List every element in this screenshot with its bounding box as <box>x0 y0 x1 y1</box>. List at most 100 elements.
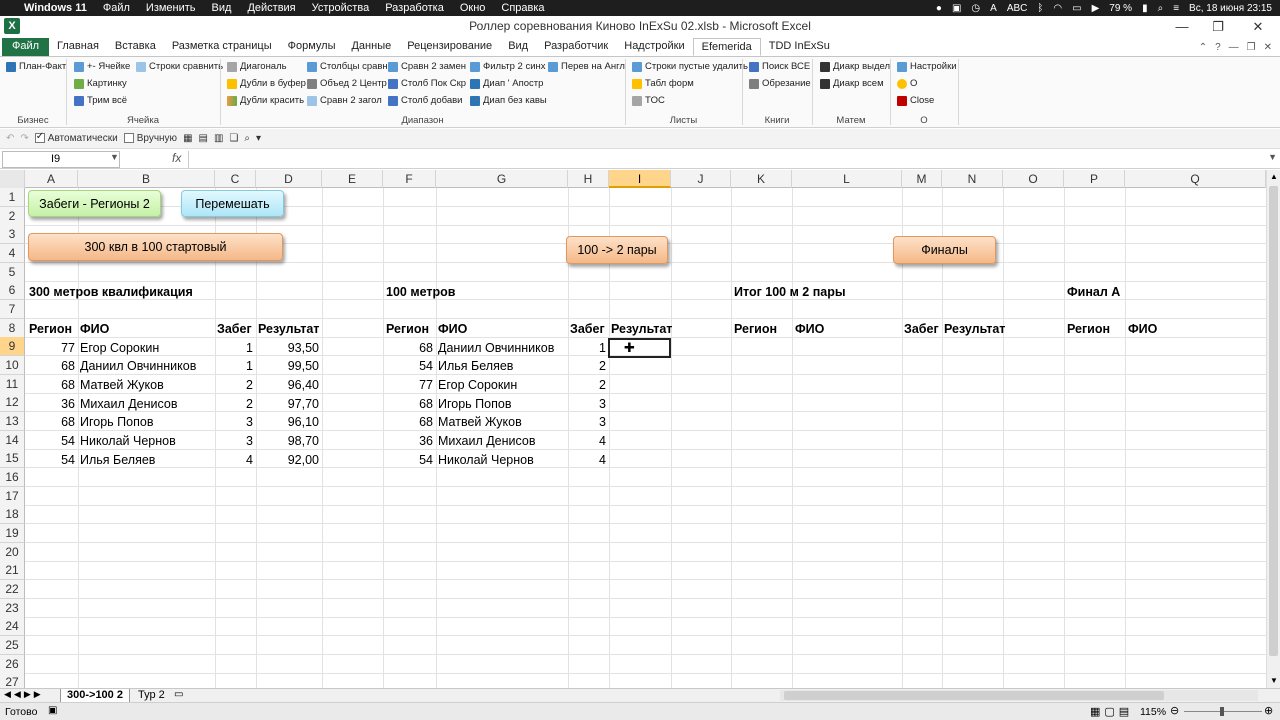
col-header[interactable]: Q <box>1125 170 1266 188</box>
menu-edit[interactable]: Изменить <box>138 2 204 14</box>
cell-heat[interactable]: 1 <box>215 357 256 375</box>
table-icon[interactable]: ▤ <box>199 133 208 144</box>
heats-regions-button[interactable]: Забеги - Регионы 2 <box>28 190 161 217</box>
col-header[interactable]: H <box>568 170 609 188</box>
tab-review[interactable]: Рецензирование <box>399 38 500 56</box>
wb-close-icon[interactable]: ✕ <box>1264 42 1272 53</box>
cell-fio[interactable]: Даниил Овчинников <box>77 357 199 375</box>
record-icon[interactable]: ● <box>936 3 942 14</box>
horizontal-scroll-thumb[interactable] <box>784 691 1164 700</box>
col-header-selected[interactable]: I <box>609 170 671 188</box>
cell-result[interactable]: 98,70 <box>256 432 322 450</box>
zoom-icon[interactable]: ⌕ <box>244 133 250 144</box>
menu-window[interactable]: Окно <box>452 2 494 14</box>
row-header[interactable]: 15 <box>0 449 25 468</box>
col-header[interactable]: C <box>215 170 256 188</box>
cell-region[interactable]: 68 <box>25 413 78 431</box>
row-header[interactable]: 3 <box>0 225 25 244</box>
control-center-icon[interactable]: ≡ <box>1173 3 1179 14</box>
toc-button[interactable]: TOC <box>632 95 665 106</box>
range-apostrophe-button[interactable]: Диап ' Апостр <box>470 78 543 89</box>
battery-icon[interactable]: ▮ <box>1142 3 1148 14</box>
row-header[interactable]: 20 <box>0 543 25 562</box>
a-icon[interactable]: A <box>990 3 997 14</box>
cell-fio[interactable]: Михаил Денисов <box>77 395 181 413</box>
cell-heat[interactable]: 3 <box>215 413 256 431</box>
diagonal-button[interactable]: Диагональ <box>227 61 287 72</box>
tab-view[interactable]: Вид <box>500 38 536 56</box>
namebox-dropdown-icon[interactable]: ▼ <box>110 152 119 162</box>
select-all-corner[interactable] <box>0 170 25 188</box>
plus-minus-cell-button[interactable]: +- Ячейке <box>74 61 130 72</box>
cell-heat[interactable]: 2 <box>568 376 609 394</box>
collapse-ribbon-icon[interactable]: ⌃ <box>1199 42 1207 53</box>
diacritic-all-button[interactable]: Диакр всем <box>820 78 884 89</box>
cell-heat[interactable]: 3 <box>568 395 609 413</box>
settings-button[interactable]: Настройки <box>897 61 957 72</box>
cell-fio[interactable]: Николай Чернов <box>435 451 537 469</box>
zoom-level[interactable]: 115% <box>1140 706 1166 718</box>
copy-icon[interactable]: ❏ <box>229 133 238 144</box>
minimize-icon[interactable]: — <box>1172 19 1192 34</box>
sheet-tab-active[interactable]: 300->100 2 <box>60 689 130 703</box>
cell-heat[interactable]: 1 <box>568 339 609 357</box>
compare-rows-button[interactable]: Строки сравнить <box>136 61 223 72</box>
display-icon[interactable]: ▭ <box>1072 3 1081 14</box>
row-header[interactable]: 4 <box>0 244 25 263</box>
cell-region[interactable]: 36 <box>25 395 78 413</box>
col-header[interactable]: E <box>322 170 383 188</box>
translate-english-button[interactable]: Перев на Англ <box>548 61 625 72</box>
zoom-out-icon[interactable]: ⊖ <box>1170 704 1179 717</box>
sheet-tab[interactable]: Тур 2 <box>132 689 171 703</box>
row-header[interactable]: 21 <box>0 561 25 580</box>
datetime[interactable]: Вс, 18 июня 23:15 <box>1189 3 1272 14</box>
plan-fact-button[interactable]: План-Факт <box>6 61 66 72</box>
clipboard-icon[interactable]: ▣ <box>952 3 961 14</box>
range-no-quotes-button[interactable]: Диап без кавы <box>470 95 547 106</box>
cell-fio[interactable]: Егор Сорокин <box>435 376 520 394</box>
new-sheet-icon[interactable]: ▭ <box>174 689 183 700</box>
row-header[interactable]: 19 <box>0 524 25 543</box>
col-header[interactable]: A <box>25 170 78 188</box>
cell-region[interactable]: 68 <box>25 376 78 394</box>
cell-heat[interactable]: 2 <box>215 395 256 413</box>
wifi-icon[interactable]: ◠ <box>1053 3 1062 14</box>
cell-region[interactable]: 68 <box>383 413 436 431</box>
tab-tdd-inexsu[interactable]: TDD InExSu <box>761 38 838 56</box>
cell-fio[interactable]: Илья Беляев <box>435 357 516 375</box>
menu-file[interactable]: Файл <box>95 2 138 14</box>
cell-region[interactable]: 54 <box>25 432 78 450</box>
cell-heat[interactable]: 2 <box>215 376 256 394</box>
tab-page-layout[interactable]: Разметка страницы <box>164 38 280 56</box>
row-header[interactable]: 24 <box>0 617 25 636</box>
row-header[interactable]: 16 <box>0 468 25 487</box>
col-header[interactable]: K <box>731 170 792 188</box>
cell-fio[interactable]: Матвей Жуков <box>77 376 167 394</box>
cell-fio[interactable]: Илья Беляев <box>77 451 158 469</box>
close-addin-button[interactable]: Close <box>897 95 934 106</box>
tab-insert[interactable]: Вставка <box>107 38 164 56</box>
cell-fio[interactable]: Егор Сорокин <box>77 339 162 357</box>
pairs-button[interactable]: 100 -> 2 пары <box>566 236 668 264</box>
cell-result[interactable]: 96,10 <box>256 413 322 431</box>
worksheet-grid[interactable]: A B C D E F G H I J K L M N O P Q 123456… <box>0 170 1266 688</box>
qualification-start-button[interactable]: 300 квл в 100 стартовый <box>28 233 283 261</box>
tab-data[interactable]: Данные <box>343 38 399 56</box>
col-add-button[interactable]: Столб добави <box>388 95 463 106</box>
zoom-slider-thumb[interactable] <box>1220 707 1224 716</box>
cell-region[interactable]: 54 <box>383 357 436 375</box>
col-header[interactable]: O <box>1003 170 1064 188</box>
columns-compare-button[interactable]: Столбцы сравн <box>307 61 388 72</box>
shuffle-button[interactable]: Перемешать <box>181 190 284 217</box>
delete-empty-rows-button[interactable]: Строки пустые удалить <box>632 61 748 72</box>
undo-icon[interactable]: ↶ <box>6 133 14 144</box>
col-header[interactable]: B <box>78 170 215 188</box>
bluetooth-icon[interactable]: ᛒ <box>1037 3 1043 14</box>
col-header[interactable]: F <box>383 170 436 188</box>
row-header[interactable]: 26 <box>0 655 25 674</box>
format-icon[interactable]: ▥ <box>214 133 223 144</box>
row-header[interactable]: 6 <box>0 281 25 300</box>
cell-heat[interactable]: 2 <box>568 357 609 375</box>
tab-home[interactable]: Главная <box>49 38 107 56</box>
trim-button[interactable]: Обрезание <box>749 78 811 89</box>
